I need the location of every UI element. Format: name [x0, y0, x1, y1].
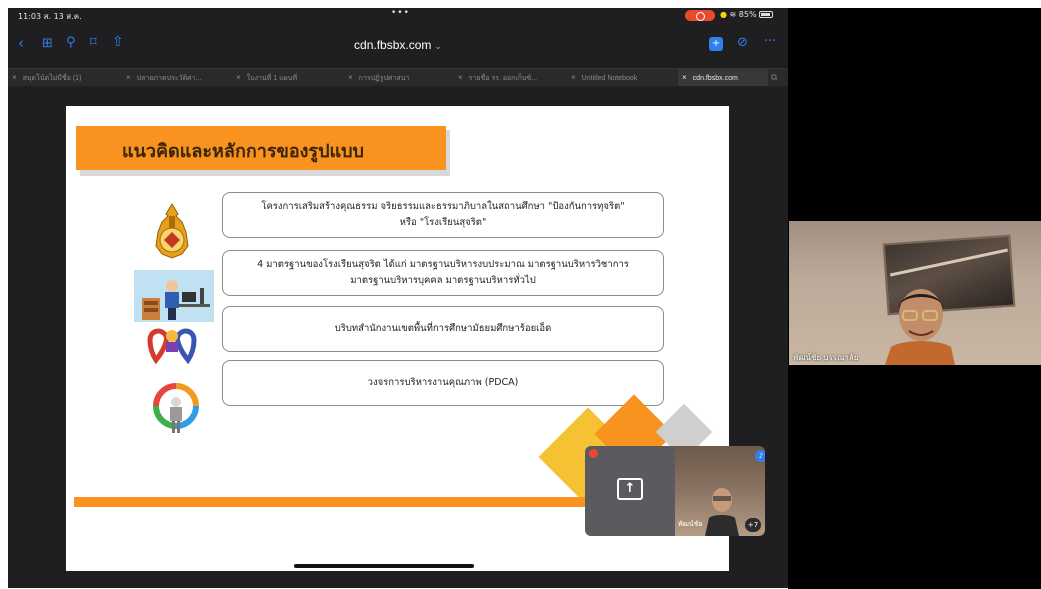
pip-video[interactable]: ♪ พัฒน์ชัย +7	[675, 446, 765, 536]
pip-share-panel[interactable]: ↑	[585, 446, 675, 536]
tab-label: ปลายภาคประวัติศา...	[136, 75, 202, 82]
close-icon[interactable]: ×	[571, 73, 576, 82]
concept-line: มาตรฐานบริหารบุคคล มาตรฐานบริหารทั่วไป	[350, 275, 536, 286]
concept-row: โครงการเสริมสร้างคุณธรรม จริยธรรมและธรรม…	[222, 192, 664, 238]
concept-text: โครงการเสริมสร้างคุณธรรม จริยธรรมและธรรม…	[261, 199, 624, 231]
concept-line: โครงการเสริมสร้างคุณธรรม จริยธรรมและธรรม…	[261, 201, 625, 212]
close-icon[interactable]: ×	[126, 73, 131, 82]
browser-toolbar: ‹ ⊞ ⚲ ⌑ ⇧ cdn.fbsbx.com ⌄ + ⊘ ···	[8, 22, 788, 68]
obec-emblem-icon	[155, 203, 189, 259]
search-icon[interactable]: ⚲	[66, 35, 76, 50]
concept-line: 4 มาตรฐานของโรงเรียนสุจริต ได้แก่ มาตรฐา…	[257, 259, 629, 270]
hearts-logo-icon	[147, 328, 197, 365]
tab-bar: × สมุดโน้ตไม่มีชื่อ (1) × ปลายภาคประวัติศา…	[8, 68, 788, 87]
pdca-cycle-icon	[153, 383, 199, 433]
new-tab-icon[interactable]: ⧉	[771, 69, 777, 87]
tab-item[interactable]: × Untitled Notebook	[571, 69, 677, 87]
concept-line: วงจรการบริหารงานคุณภาพ (PDCA)	[367, 377, 519, 388]
close-icon[interactable]: ×	[236, 73, 241, 82]
close-icon[interactable]: ×	[348, 73, 353, 82]
participant-video[interactable]: พัฒน์ชัย บรรณาลัย	[789, 221, 1041, 365]
screen-record-indicator[interactable]	[685, 10, 715, 21]
home-indicator[interactable]	[294, 564, 474, 568]
close-icon[interactable]: ×	[458, 73, 463, 82]
share-icon[interactable]: ⇧	[112, 34, 124, 50]
screen-share-icon[interactable]: ↑	[617, 478, 643, 500]
tab-label: การปฏิรูปศาสนา	[358, 75, 410, 82]
mic-dot-icon: ●	[720, 10, 727, 19]
status-bar: 11:03 ส. 13 ส.ค. ••• ● ≋ 85%	[8, 8, 788, 22]
battery-percent: 85%	[738, 10, 757, 19]
bookmark-icon[interactable]: ⌑	[90, 35, 97, 50]
wifi-icon: ≋	[729, 10, 737, 19]
close-icon[interactable]: ×	[12, 73, 17, 82]
tab-item[interactable]: × รายชื่อ รร. ออกเก็บซ์...	[458, 69, 568, 87]
tab-label: รายชื่อ รร. ออกเก็บซ์...	[468, 75, 538, 82]
mic-icon[interactable]: ♪	[755, 450, 765, 462]
chevron-down-icon: ⌄	[434, 41, 442, 51]
battery-icon	[759, 11, 774, 18]
tab-label: สมุดโน้ตไม่มีชื่อ (1)	[22, 75, 82, 82]
grid-icon[interactable]: ⊞	[42, 36, 53, 51]
top-white-strip	[0, 0, 1041, 8]
concept-row: วงจรการบริหารงานคุณภาพ (PDCA)	[222, 360, 664, 406]
tab-item[interactable]: × สมุดโน้ตไม่มีชื่อ (1)	[12, 69, 122, 87]
markup-icon[interactable]: ⊘	[737, 35, 748, 50]
url-text: cdn.fbsbx.com	[354, 38, 432, 52]
tab-label: Untitled Notebook	[581, 75, 638, 82]
tab-item[interactable]: × การปฏิรูปศาสนา	[348, 69, 453, 87]
tab-label: cdn.fbsbx.com	[692, 75, 738, 82]
office-worker-icon	[134, 270, 214, 322]
multitask-dots[interactable]: •••	[391, 8, 410, 18]
tab-item[interactable]: × ใบงานที่ 1 แผนที่	[236, 69, 341, 87]
pip-participant-name: พัฒน์ชัย	[678, 521, 703, 528]
meeting-pip[interactable]: ↑ ♪ พัฒน์ชัย +7	[585, 446, 765, 536]
add-doc-icon[interactable]: +	[709, 37, 723, 51]
concept-row: บริบทสำนักงานเขตพื้นที่การศึกษามัธยมศึกษ…	[222, 306, 664, 352]
person-avatar-icon	[705, 488, 739, 536]
concept-text: 4 มาตรฐานของโรงเรียนสุจริต ได้แก่ มาตรฐา…	[257, 257, 629, 289]
tab-item-active[interactable]: × cdn.fbsbx.com	[678, 69, 768, 87]
participant-name: พัฒน์ชัย บรรณาลัย	[793, 353, 859, 362]
concept-text: บริบทสำนักงานเขตพื้นที่การศึกษามัธยมศึกษ…	[335, 321, 552, 337]
url-bar[interactable]: cdn.fbsbx.com ⌄	[308, 38, 488, 52]
close-icon[interactable]: ×	[682, 73, 687, 82]
concept-line: หรือ "โรงเรียนสุจริต"	[399, 217, 487, 228]
pip-close-icon[interactable]	[589, 449, 598, 458]
status-right: ● ≋ 85%	[720, 10, 774, 19]
concept-row: 4 มาตรฐานของโรงเรียนสุจริต ได้แก่ มาตรฐา…	[222, 250, 664, 296]
slide-title: แนวคิดและหลักการของรูปแบบ	[76, 126, 446, 170]
more-icon[interactable]: ···	[764, 34, 776, 49]
more-participants-badge[interactable]: +7	[745, 518, 761, 532]
footer-bar	[74, 497, 614, 507]
tab-item[interactable]: × ปลายภาคประวัติศา...	[126, 69, 231, 87]
concept-text: วงจรการบริหารงานคุณภาพ (PDCA)	[368, 375, 519, 391]
person-avatar-icon	[885, 289, 955, 365]
back-icon[interactable]: ‹	[18, 34, 24, 52]
concept-line: บริบทสำนักงานเขตพื้นที่การศึกษามัธยมศึกษ…	[334, 323, 552, 334]
tab-label: ใบงานที่ 1 แผนที่	[246, 75, 298, 82]
